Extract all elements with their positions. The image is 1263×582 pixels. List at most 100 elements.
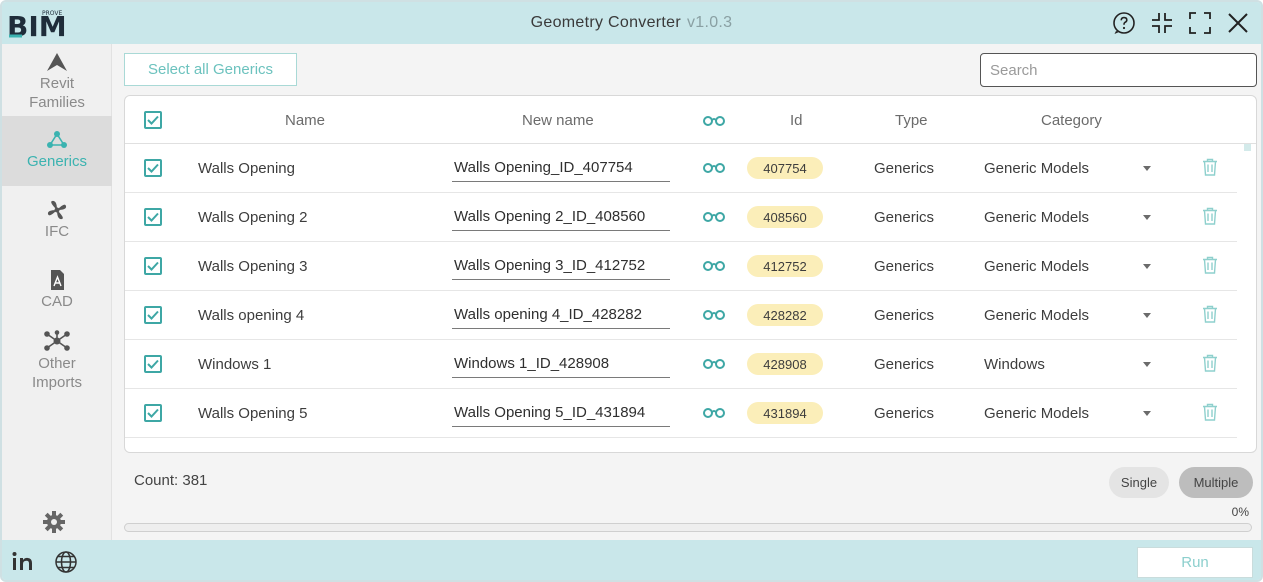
cad-icon — [51, 270, 64, 290]
row-checkbox[interactable] — [144, 404, 162, 422]
id-badge: 428282 — [747, 304, 823, 326]
new-name-field[interactable]: Walls Opening 5_ID_431894 — [452, 400, 670, 427]
glasses-icon[interactable] — [702, 161, 726, 178]
row-checkbox[interactable] — [144, 257, 162, 275]
row-name: Walls opening 4 — [198, 307, 305, 324]
row-checkbox[interactable] — [144, 306, 162, 324]
trash-icon[interactable] — [1202, 305, 1218, 327]
chevron-down-icon[interactable] — [1143, 411, 1151, 416]
row-name: Walls Opening 5 — [198, 405, 308, 422]
category-select[interactable]: Generic Models — [984, 307, 1089, 324]
sidebar-item-revit-families[interactable]: Revit Families — [2, 48, 112, 114]
mode-single-button[interactable]: Single — [1109, 467, 1169, 498]
sidebar-item-label: Revit — [39, 75, 75, 92]
select-all-generics-button[interactable]: Select all Generics — [124, 53, 297, 86]
header-new-name: New name — [522, 112, 594, 129]
glasses-icon[interactable] — [702, 308, 726, 325]
chevron-down-icon[interactable] — [1143, 215, 1151, 220]
sidebar-item-ifc[interactable]: IFC — [2, 194, 112, 246]
title-bar: BIM PROVE Geometry Converter v1.0.3 — [2, 2, 1261, 44]
glasses-icon[interactable] — [702, 114, 726, 131]
id-badge: 431894 — [747, 402, 823, 424]
trash-icon[interactable] — [1202, 403, 1218, 425]
glasses-icon[interactable] — [702, 210, 726, 227]
header-id: Id — [790, 112, 803, 129]
row-type: Generics — [874, 307, 935, 324]
app-version: v1.0.3 — [686, 14, 733, 31]
category-select[interactable]: Windows — [984, 356, 1045, 373]
table-row: Walls Opening 3 Walls Opening 3_ID_412752… — [125, 242, 1237, 291]
trash-icon[interactable] — [1202, 158, 1218, 180]
trash-icon[interactable] — [1202, 354, 1218, 376]
mode-multiple-button[interactable]: Multiple — [1179, 467, 1253, 498]
select-all-checkbox[interactable] — [144, 111, 162, 129]
table-row: Walls Opening Walls Opening_ID_407754 4077… — [125, 144, 1237, 193]
sidebar-item-label: Generics — [26, 153, 88, 170]
category-select[interactable]: Generic Models — [984, 209, 1089, 226]
row-type: Generics — [874, 160, 935, 177]
scrollbar-thumb[interactable] — [1244, 144, 1251, 151]
chevron-down-icon[interactable] — [1143, 264, 1151, 269]
glasses-icon[interactable] — [702, 259, 726, 276]
chevron-down-icon[interactable] — [1143, 313, 1151, 318]
sidebar-item-other-imports[interactable]: Other Imports — [2, 326, 112, 398]
new-name-field[interactable]: Walls Opening_ID_407754 — [452, 155, 670, 182]
sidebar-item-label: IFC — [44, 223, 70, 240]
header-type: Type — [895, 112, 928, 129]
row-type: Generics — [874, 405, 935, 422]
sidebar: Revit Families Generics IFC CAD Other Im… — [2, 44, 112, 540]
sidebar-item-label: Families — [29, 94, 85, 111]
revit-icon — [47, 53, 67, 71]
glasses-icon[interactable] — [702, 357, 726, 374]
id-badge: 407754 — [747, 157, 823, 179]
count-label: Count: 381 — [134, 472, 208, 489]
app-window: BIM PROVE Geometry Converter v1.0.3 Revi… — [0, 0, 1263, 582]
sidebar-item-label: Imports — [31, 374, 82, 391]
linkedin-icon[interactable] — [12, 550, 38, 577]
chevron-down-icon[interactable] — [1143, 362, 1151, 367]
window-title: Geometry Converter v1.0.3 — [2, 14, 1261, 32]
new-name-field[interactable]: Windows 1_ID_428908 — [452, 351, 670, 378]
new-name-field[interactable]: Walls Opening 2_ID_408560 — [452, 204, 670, 231]
new-name-field[interactable]: Walls opening 4_ID_428282 — [452, 302, 670, 329]
trash-icon[interactable] — [1202, 256, 1218, 278]
row-type: Generics — [874, 209, 935, 226]
progress-percent: 0% — [1231, 505, 1249, 519]
sidebar-item-label: CAD — [41, 293, 73, 310]
help-icon[interactable] — [1111, 10, 1137, 36]
row-name: Windows 1 — [198, 356, 272, 373]
table-row: Walls Opening 5 Walls Opening 5_ID_431894… — [125, 389, 1237, 438]
expand-icon[interactable] — [1187, 10, 1213, 36]
gear-icon[interactable] — [42, 510, 66, 539]
category-select[interactable]: Generic Models — [984, 160, 1089, 177]
trash-icon[interactable] — [1202, 207, 1218, 229]
footer-bar: Run — [2, 540, 1261, 580]
search-input[interactable] — [980, 53, 1257, 87]
generics-table: Name New name Id Type Category Walls Ope… — [124, 95, 1257, 453]
chevron-down-icon[interactable] — [1143, 166, 1151, 171]
row-checkbox[interactable] — [144, 159, 162, 177]
category-select[interactable]: Generic Models — [984, 405, 1089, 422]
category-select[interactable]: Generic Models — [984, 258, 1089, 275]
main-panel: Select all Generics Name New name Id Typ… — [112, 44, 1261, 540]
table-header: Name New name Id Type Category — [125, 96, 1256, 144]
table-row: Windows 1 Windows 1_ID_428908 428908 Generi… — [125, 340, 1237, 389]
id-badge: 412752 — [747, 255, 823, 277]
header-category: Category — [1041, 112, 1102, 129]
generics-icon — [47, 131, 67, 148]
row-name: Walls Opening — [198, 160, 295, 177]
glasses-icon[interactable] — [702, 406, 726, 423]
run-button[interactable]: Run — [1137, 547, 1253, 578]
table-row: Walls Opening 2 Walls Opening 2_ID_408560… — [125, 193, 1237, 242]
globe-icon[interactable] — [54, 550, 78, 579]
sidebar-item-cad[interactable]: CAD — [2, 264, 112, 316]
collapse-icon[interactable] — [1149, 10, 1175, 36]
new-name-field[interactable]: Walls Opening 3_ID_412752 — [452, 253, 670, 280]
row-type: Generics — [874, 258, 935, 275]
close-icon[interactable] — [1225, 10, 1251, 36]
header-name: Name — [285, 112, 326, 129]
sidebar-item-generics[interactable]: Generics — [2, 116, 112, 186]
id-badge: 408560 — [747, 206, 823, 228]
row-checkbox[interactable] — [144, 208, 162, 226]
row-checkbox[interactable] — [144, 355, 162, 373]
